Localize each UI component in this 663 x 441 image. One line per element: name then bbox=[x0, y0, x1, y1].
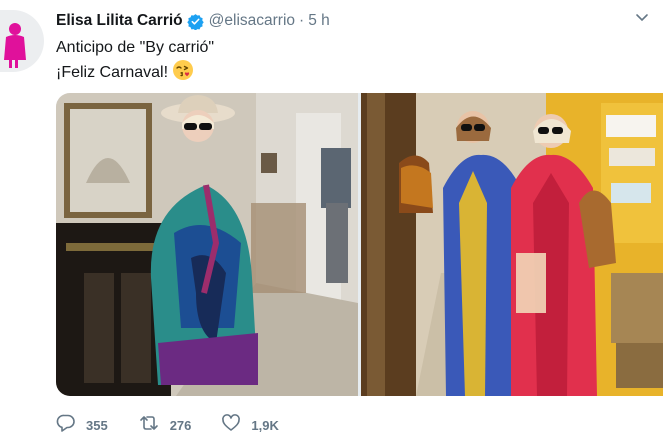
retweet-count: 276 bbox=[169, 417, 192, 433]
reply-count: 355 bbox=[86, 417, 108, 433]
tweet-text-line-2: ¡Feliz Carnaval! bbox=[56, 59, 214, 88]
like-count: 1,9K bbox=[251, 417, 279, 433]
author-handle[interactable]: @elisacarrio bbox=[209, 12, 295, 30]
face-blowing-kiss-icon bbox=[172, 59, 194, 88]
person-silhouette-icon bbox=[4, 23, 26, 68]
verified-badge-icon bbox=[186, 13, 204, 30]
photo-woman-hat[interactable] bbox=[56, 93, 358, 396]
tweet-media[interactable] bbox=[56, 93, 663, 396]
tweet-timestamp[interactable]: 5 h bbox=[308, 12, 330, 30]
retweet-button[interactable]: 276 bbox=[138, 413, 192, 438]
tweet-header: Elisa Lilita Carrió @elisacarrio · 5 h bbox=[56, 11, 330, 31]
tweet-actions: 355 276 1,9K bbox=[56, 413, 309, 438]
tweet-text-line: ¡Feliz Carnaval! bbox=[56, 64, 169, 81]
photo-two-women[interactable] bbox=[361, 93, 663, 396]
tweet-text-line: Anticipo de "By carrió" bbox=[56, 39, 215, 56]
tweet-text: Anticipo de "By carrió" ¡Feliz Carnaval! bbox=[56, 37, 214, 88]
reply-button[interactable]: 355 bbox=[56, 413, 108, 438]
like-button[interactable]: 1,9K bbox=[221, 413, 279, 438]
author-name[interactable]: Elisa Lilita Carrió bbox=[56, 12, 183, 30]
avatar[interactable] bbox=[0, 10, 44, 72]
retweet-icon bbox=[138, 413, 160, 438]
chevron-down-icon[interactable] bbox=[635, 10, 649, 29]
reply-icon bbox=[56, 413, 76, 438]
heart-icon bbox=[221, 413, 241, 438]
header-separator: · bbox=[299, 12, 305, 29]
